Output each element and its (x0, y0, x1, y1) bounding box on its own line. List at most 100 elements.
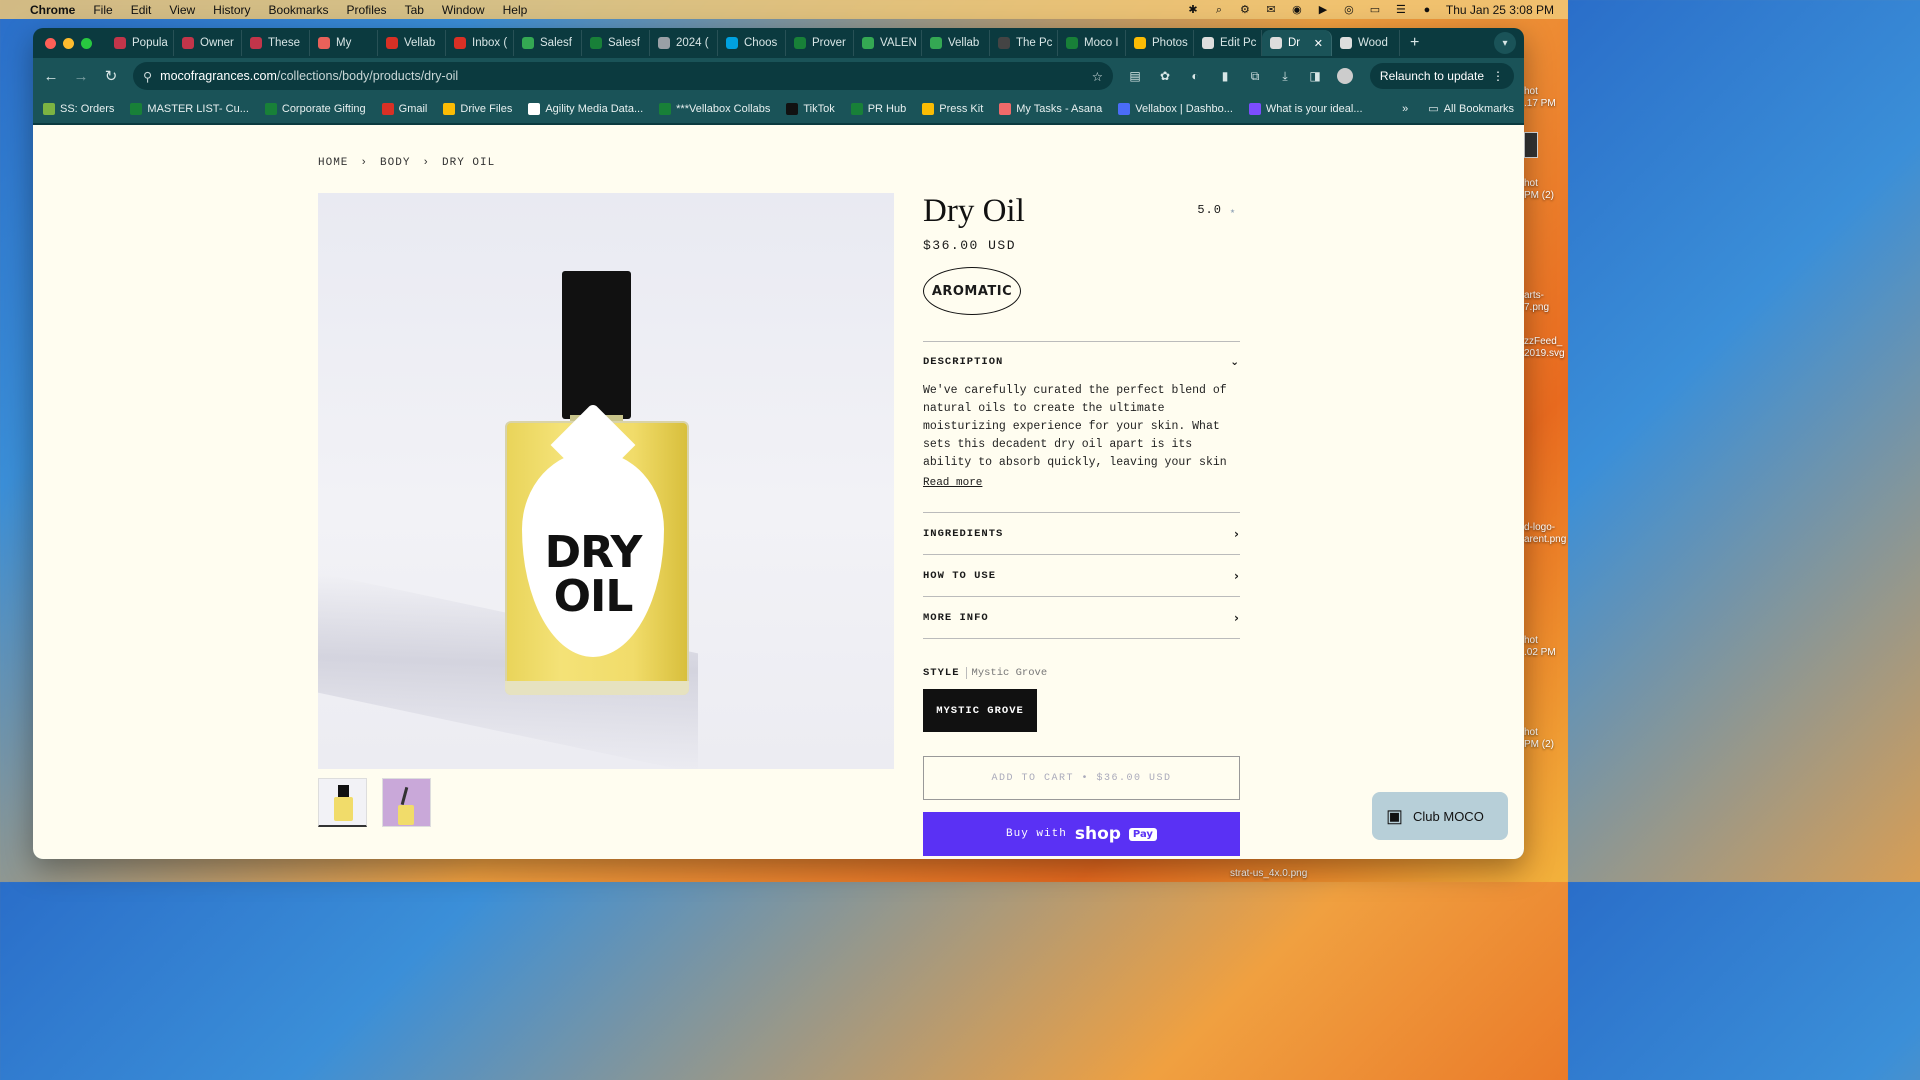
bookmark-item[interactable]: Vellabox | Dashbo... (1118, 102, 1233, 115)
side-panel-icon[interactable]: ◨ (1307, 68, 1323, 84)
more-bookmarks-chevron-icon[interactable]: » (1402, 103, 1408, 115)
bookmark-item[interactable]: TikTok (786, 102, 835, 115)
color-picker-extension-icon[interactable]: ✿ (1157, 68, 1173, 84)
zoom-window-button[interactable] (81, 37, 92, 49)
menu-edit[interactable]: Edit (131, 3, 152, 17)
puzzle-extensions-icon[interactable]: ⧉ (1247, 68, 1263, 84)
add-to-cart-button[interactable]: ADD TO CART • $36.00 USD (923, 756, 1240, 800)
dropbox-icon[interactable]: ✱ (1186, 4, 1200, 16)
gear-icon[interactable]: ⚙ (1238, 4, 1252, 16)
browser-tab[interactable]: Vellab (922, 30, 990, 56)
download-icon[interactable]: ⤓ (1277, 68, 1293, 84)
minimize-window-button[interactable] (63, 37, 74, 49)
address-bar[interactable]: ⚲ mocofragrances.com/collections/body/pr… (133, 62, 1113, 90)
forward-arrow-icon[interactable]: → (73, 68, 89, 85)
browser-tab[interactable]: Popula (106, 30, 174, 56)
browser-tab[interactable]: 2024 ( (650, 30, 718, 56)
profile-avatar[interactable] (1337, 68, 1353, 84)
mail-icon[interactable]: ✉ (1264, 4, 1278, 16)
bookmark-item[interactable]: PR Hub (850, 102, 906, 115)
back-arrow-icon[interactable]: ← (43, 68, 59, 85)
read-more-link[interactable]: Read more (923, 477, 982, 489)
menu-app-name[interactable]: Chrome (30, 3, 75, 17)
bookmark-item[interactable]: What is your ideal... (1248, 102, 1363, 115)
tab-search-chevron-icon[interactable]: ▾ (1494, 32, 1516, 54)
shop-pay-button[interactable]: Buy with shop Pay (923, 812, 1240, 856)
menubar-clock[interactable]: Thu Jan 25 3:08 PM (1446, 3, 1554, 17)
browser-tab[interactable]: Moco I (1058, 30, 1126, 56)
browser-tab[interactable]: Wood (1332, 30, 1400, 56)
bookmark-item[interactable]: ***Vellabox Collabs (659, 102, 770, 115)
menu-help[interactable]: Help (503, 3, 528, 17)
menu-profiles[interactable]: Profiles (347, 3, 387, 17)
siri-icon[interactable]: ● (1420, 4, 1434, 16)
browser-tab[interactable]: Photos (1126, 30, 1194, 56)
desktop-file[interactable]: arts- 7.png (1524, 290, 1568, 314)
control-center-icon[interactable]: ☰ (1394, 4, 1408, 16)
browser-tab[interactable]: Edit Pc (1194, 30, 1262, 56)
bookmark-item[interactable]: My Tasks - Asana (999, 102, 1102, 115)
menu-window[interactable]: Window (442, 3, 485, 17)
browser-tab[interactable]: Choos (718, 30, 786, 56)
airdrop-icon[interactable]: ◎ (1342, 4, 1356, 16)
browser-tab[interactable]: Salesf (582, 30, 650, 56)
relaunch-button[interactable]: Relaunch to update ⋮ (1369, 63, 1514, 89)
new-tab-button[interactable]: + (1410, 34, 1419, 52)
desktop-file[interactable]: zzFeed_ 2019.svg (1524, 336, 1568, 360)
desktop-file-bottom[interactable]: strat-us_4x.0.png (1230, 868, 1307, 879)
club-moco-button[interactable]: ▣ Club MOCO (1372, 792, 1508, 840)
browser-tab[interactable]: These (242, 30, 310, 56)
site-settings-icon[interactable]: ⚲ (143, 69, 152, 84)
desktop-file[interactable]: hot PM (2) (1524, 178, 1568, 202)
extension-icon[interactable]: ▮ (1217, 68, 1233, 84)
bookmark-item[interactable]: Press Kit (922, 102, 983, 115)
bookmark-item[interactable]: SS: Orders (43, 102, 114, 115)
product-rating[interactable]: 5.0 ★ (1197, 203, 1236, 217)
browser-tab[interactable]: Dr ✕ (1262, 30, 1332, 56)
browser-tab[interactable]: Salesf (514, 30, 582, 56)
desktop-file[interactable]: d-logo- arent.png (1524, 522, 1568, 546)
desktop-file[interactable]: hot .02 PM (1524, 635, 1568, 659)
menu-history[interactable]: History (213, 3, 250, 17)
battery-icon[interactable]: ▭ (1368, 4, 1382, 16)
browser-tab[interactable]: Vellab (378, 30, 446, 56)
bookmark-star-icon[interactable]: ☆ (1092, 69, 1103, 84)
accordion-more-info[interactable]: MORE INFO › (923, 597, 1240, 639)
menu-bookmarks[interactable]: Bookmarks (269, 3, 329, 17)
menu-file[interactable]: File (93, 3, 112, 17)
extension-icon[interactable]: ◐ (1187, 68, 1203, 84)
all-bookmarks-button[interactable]: ▭ All Bookmarks (1428, 102, 1514, 116)
extension-icon[interactable]: ▤ (1127, 68, 1143, 84)
thumbnail-2[interactable] (382, 778, 431, 827)
style-option-mystic-grove[interactable]: MYSTIC GROVE (923, 689, 1037, 732)
bookmark-item[interactable]: Gmail (381, 102, 427, 115)
kebab-menu-icon[interactable]: ⋮ (1492, 69, 1504, 83)
thumbnail-1[interactable] (318, 778, 367, 827)
close-tab-icon[interactable]: ✕ (1314, 37, 1323, 50)
browser-tab[interactable]: The Pc (990, 30, 1058, 56)
browser-tab[interactable]: Owner (174, 30, 242, 56)
breadcrumb-body[interactable]: BODY (380, 157, 410, 169)
desktop-file[interactable]: hot .17 PM (1524, 86, 1568, 110)
desktop-file-thumb[interactable] (1524, 132, 1568, 158)
desktop-file[interactable]: hot PM (2) (1524, 727, 1568, 751)
close-window-button[interactable] (45, 37, 56, 49)
bookmark-item[interactable]: Drive Files (443, 102, 512, 115)
breadcrumb-home[interactable]: HOME (318, 157, 348, 169)
menu-tab[interactable]: Tab (405, 3, 424, 17)
product-hero-image[interactable]: DRY OIL (318, 193, 894, 769)
accordion-how-to-use[interactable]: HOW TO USE › (923, 555, 1240, 597)
bookmark-item[interactable]: Corporate Gifting (264, 102, 366, 115)
accordion-description-header[interactable]: DESCRIPTION ⌄ (923, 342, 1240, 382)
play-icon[interactable]: ▶ (1316, 4, 1330, 16)
reload-icon[interactable]: ↻ (103, 67, 119, 85)
browser-tab[interactable]: Inbox ( (446, 30, 514, 56)
browser-tab[interactable]: My (310, 30, 378, 56)
bookmark-item[interactable]: Agility Media Data... (528, 102, 643, 115)
search-icon[interactable]: ⌕ (1212, 4, 1226, 16)
browser-tab[interactable]: VALEN (854, 30, 922, 56)
menu-view[interactable]: View (169, 3, 195, 17)
bookmark-item[interactable]: MASTER LIST- Cu... (130, 102, 249, 115)
accordion-ingredients[interactable]: INGREDIENTS › (923, 513, 1240, 555)
browser-tab[interactable]: Prover (786, 30, 854, 56)
